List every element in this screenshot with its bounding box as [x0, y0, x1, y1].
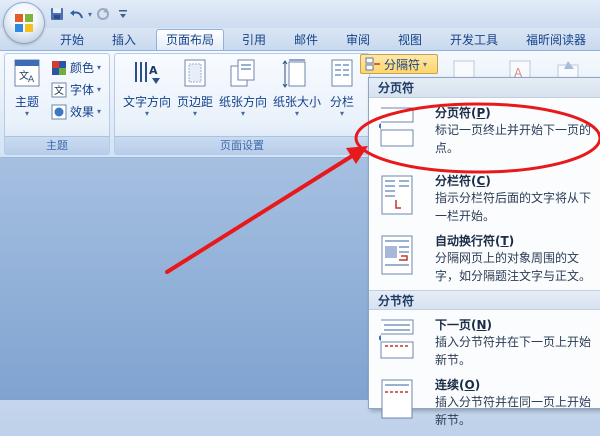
theme-colors-button[interactable]: 颜色 ▾: [51, 58, 101, 78]
breaks-button[interactable]: 分隔符 ▾: [360, 54, 438, 74]
theme-effects-button[interactable]: 效果 ▾: [51, 102, 101, 122]
fonts-icon: 文: [51, 82, 67, 98]
column-break-description: 指示分栏符后面的文字将从下一栏开始。: [435, 191, 592, 223]
column-break-title: 分栏符(C): [435, 174, 491, 188]
breaks-icon: [365, 57, 380, 71]
breaks-dropdown-menu: 分页符 分页符(P) 标记一页终止并开始下一页的点。 分栏符(C) 指示分栏符后…: [368, 77, 600, 427]
breaks-caret-icon: ▾: [423, 59, 428, 69]
next-page-icon: [379, 319, 414, 359]
office-button[interactable]: [4, 3, 44, 43]
text-wrapping-break-icon: [381, 235, 413, 275]
menu-item-text-wrapping-break[interactable]: 自动换行符(T) 分隔网页上的对象周围的文字，如分隔题注文字与正文。: [369, 228, 600, 292]
continuous-title: 连续(O): [435, 378, 481, 392]
breaks-label: 分隔符: [384, 57, 421, 72]
orientation-label: 纸张方向: [218, 95, 267, 109]
themes-group-label: 主题: [5, 136, 109, 154]
quick-access-toolbar: ▾: [48, 5, 132, 23]
themes-group: 文 A 主题 ▾ 颜色 ▾ 文 字体 ▾ 效果 ▾ 主题: [4, 53, 110, 155]
save-icon[interactable]: [48, 5, 66, 23]
tab-review[interactable]: 审阅: [338, 30, 378, 50]
page-break-title: 分页符(P): [435, 106, 491, 120]
columns-label: 分栏: [329, 95, 354, 109]
effects-icon: [51, 104, 67, 120]
theme-fonts-button[interactable]: 文 字体 ▾: [51, 80, 101, 100]
undo-icon[interactable]: [68, 5, 86, 23]
svg-text:A: A: [149, 64, 158, 77]
continuous-icon: [381, 379, 413, 419]
paper-size-icon: [282, 59, 306, 88]
margins-button[interactable]: 页边距 ▾: [175, 58, 215, 118]
tab-home[interactable]: 开始: [52, 30, 92, 50]
next-page-title: 下一页(N): [435, 318, 493, 332]
effects-label: 效果: [70, 105, 95, 119]
themes-icon: 文 A: [14, 59, 40, 87]
menu-item-continuous[interactable]: 连续(O) 插入分节符并在同一页上开始新节。: [369, 372, 600, 436]
tab-foxit-reader[interactable]: 福昕阅读器: [516, 30, 596, 50]
next-page-description: 插入分节符并在下一页上开始新节。: [435, 335, 592, 367]
fonts-label: 字体: [70, 83, 95, 97]
svg-text:文: 文: [54, 84, 64, 97]
section-breaks-header: 分节符: [369, 290, 600, 310]
office-logo-icon: [15, 14, 33, 32]
paper-size-label: 纸张大小: [272, 95, 321, 109]
margins-label: 页边距: [176, 95, 213, 109]
margins-icon: [184, 59, 206, 87]
themes-button[interactable]: 文 A 主题 ▾: [9, 58, 45, 118]
orientation-caret-icon: ▾: [240, 109, 245, 118]
menu-item-page-break[interactable]: 分页符(P) 标记一页终止并开始下一页的点。: [369, 100, 600, 164]
page-breaks-header: 分页符: [369, 78, 600, 98]
themes-caret-icon: ▾: [24, 109, 29, 118]
menu-item-column-break[interactable]: 分栏符(C) 指示分栏符后面的文字将从下一栏开始。: [369, 168, 600, 232]
page-break-description: 标记一页终止并开始下一页的点。: [435, 123, 592, 155]
columns-icon: [331, 59, 353, 87]
text-wrapping-break-description: 分隔网页上的对象周围的文字，如分隔题注文字与正文。: [435, 251, 592, 283]
column-break-icon: [381, 175, 413, 215]
page-setup-group: A 文字方向 ▾ 页边距 ▾ 纸张方向 ▾ 纸张大小 ▾ 分栏 ▾ 页面设置: [114, 53, 370, 155]
columns-button[interactable]: 分栏 ▾: [325, 58, 359, 118]
text-direction-button[interactable]: A 文字方向 ▾: [121, 58, 173, 118]
tab-page-layout[interactable]: 页面布局: [156, 29, 224, 50]
fonts-caret-icon: ▾: [97, 85, 102, 94]
redo-icon[interactable]: [94, 5, 112, 23]
paper-size-caret-icon: ▾: [294, 109, 299, 118]
tab-developer[interactable]: 开发工具: [442, 30, 506, 50]
svg-text:A: A: [28, 75, 35, 85]
page-setup-group-label: 页面设置: [115, 136, 369, 154]
tab-insert[interactable]: 插入: [104, 30, 144, 50]
tab-mailings[interactable]: 邮件: [286, 30, 326, 50]
margins-caret-icon: ▾: [192, 109, 197, 118]
continuous-description: 插入分节符并在同一页上开始新节。: [435, 395, 592, 427]
menu-item-next-page[interactable]: 下一页(N) 插入分节符并在下一页上开始新节。: [369, 312, 600, 376]
columns-caret-icon: ▾: [339, 109, 344, 118]
page-break-icon: [379, 107, 414, 147]
text-direction-caret-icon: ▾: [144, 109, 149, 118]
tab-references[interactable]: 引用: [234, 30, 274, 50]
undo-dropdown-icon[interactable]: ▾: [88, 10, 92, 19]
annotation-arrow: [165, 146, 368, 274]
text-wrapping-break-title: 自动换行符(T): [435, 234, 515, 248]
text-direction-label: 文字方向: [122, 95, 171, 109]
text-direction-icon: A: [135, 62, 160, 84]
customize-icon[interactable]: [114, 5, 132, 23]
effects-caret-icon: ▾: [97, 107, 102, 116]
title-bar: ▾: [0, 0, 600, 28]
paper-size-button[interactable]: 纸张大小 ▾: [271, 58, 323, 118]
colors-label: 颜色: [70, 61, 95, 75]
themes-label: 主题: [14, 95, 39, 109]
colors-icon: [52, 61, 66, 75]
orientation-button[interactable]: 纸张方向 ▾: [217, 58, 269, 118]
ribbon-tabs: 开始 插入 页面布局 引用 邮件 审阅 视图 开发工具 福昕阅读器: [0, 28, 600, 50]
tab-view[interactable]: 视图: [390, 30, 430, 50]
orientation-icon: [230, 59, 255, 87]
colors-caret-icon: ▾: [97, 63, 102, 72]
